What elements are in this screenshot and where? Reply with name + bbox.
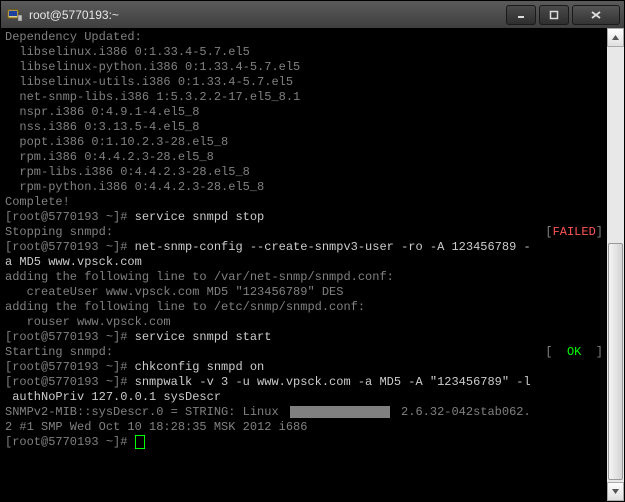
prompt-line: [root@5770193 ~]# net-snmp-config --crea… <box>5 240 603 255</box>
status-label: Stopping snmpd: <box>5 225 545 240</box>
output-line: libselinux.i386 0:1.33.4-5.7.el5 <box>5 45 603 60</box>
output-line: Dependency Updated: <box>5 30 603 45</box>
terminal-area: Dependency Updated: libselinux.i386 0:1.… <box>1 28 624 501</box>
command: net-snmp-config --create-snmpv3-user -ro… <box>127 240 530 254</box>
command: snmpwalk -v 3 -u www.vpsck.com -a MD5 -A… <box>127 375 530 389</box>
command <box>127 435 134 449</box>
bracket: ] <box>596 225 603 240</box>
output-line: libselinux-utils.i386 0:1.33.4-5.7.el5 <box>5 75 603 90</box>
terminal-output[interactable]: Dependency Updated: libselinux.i386 0:1.… <box>1 28 607 501</box>
maximize-button[interactable] <box>539 5 569 25</box>
window-controls <box>506 5 620 25</box>
status-line: Stopping snmpd:[FAILED] <box>5 225 603 240</box>
titlebar[interactable]: root@5770193:~ <box>1 1 624 29</box>
output-line: 2 #1 SMP Wed Oct 10 18:28:35 MSK 2012 i6… <box>5 420 603 435</box>
prompt-line: [root@5770193 ~]# snmpwalk -v 3 -u www.v… <box>5 375 603 390</box>
command-cont: a MD5 www.vpsck.com <box>5 255 603 270</box>
window-title: root@5770193:~ <box>29 8 119 22</box>
prompt-line: [root@5770193 ~]# <box>5 435 603 450</box>
redacted-block <box>290 406 390 418</box>
scrollbar[interactable] <box>607 28 624 501</box>
prompt-line: [root@5770193 ~]# service snmpd stop <box>5 210 603 225</box>
title-left: root@5770193:~ <box>7 8 119 22</box>
command: chkconfig snmpd on <box>127 360 264 374</box>
bracket: [ <box>545 345 552 360</box>
status-label: Starting snmpd: <box>5 345 545 360</box>
putty-icon <box>7 8 23 22</box>
snmp-out: SNMPv2-MIB::sysDescr.0 = STRING: Linux <box>5 405 286 419</box>
scroll-up-button[interactable] <box>607 28 624 47</box>
terminal-window: root@5770193:~ Dependency Updated: libse… <box>0 0 625 502</box>
output-line: nss.i386 0:3.13.5-4.el5_8 <box>5 120 603 135</box>
cursor <box>135 435 145 449</box>
prompt: [root@5770193 ~]# <box>5 375 127 389</box>
command-cont: authNoPriv 127.0.0.1 sysDescr <box>5 390 603 405</box>
prompt: [root@5770193 ~]# <box>5 210 127 224</box>
command: service snmpd stop <box>127 210 264 224</box>
bracket: ] <box>596 345 603 360</box>
prompt-line: [root@5770193 ~]# service snmpd start <box>5 330 603 345</box>
output-line: rpm.i386 0:4.4.2.3-28.el5_8 <box>5 150 603 165</box>
output-line: rouser www.vpsck.com <box>5 315 603 330</box>
prompt: [root@5770193 ~]# <box>5 435 127 449</box>
snmp-out: 2.6.32-042stab062. <box>394 405 531 419</box>
bracket: [ <box>545 225 552 240</box>
output-line: SNMPv2-MIB::sysDescr.0 = STRING: Linux 2… <box>5 405 603 420</box>
minimize-button[interactable] <box>506 5 536 25</box>
output-line: libselinux-python.i386 0:1.33.4-5.7.el5 <box>5 60 603 75</box>
scroll-down-button[interactable] <box>607 482 624 501</box>
output-line: popt.i386 0:1.10.2.3-28.el5_8 <box>5 135 603 150</box>
prompt-line: [root@5770193 ~]# chkconfig snmpd on <box>5 360 603 375</box>
prompt: [root@5770193 ~]# <box>5 240 127 254</box>
status-ok: OK <box>553 345 596 360</box>
scroll-track[interactable] <box>607 47 624 482</box>
output-line: nspr.i386 0:4.9.1-4.el5_8 <box>5 105 603 120</box>
status-line: Starting snmpd:[ OK ] <box>5 345 603 360</box>
output-line: rpm-libs.i386 0:4.4.2.3-28.el5_8 <box>5 165 603 180</box>
output-line: rpm-python.i386 0:4.4.2.3-28.el5_8 <box>5 180 603 195</box>
output-line: net-snmp-libs.i386 1:5.3.2.2-17.el5_8.1 <box>5 90 603 105</box>
scroll-thumb[interactable] <box>608 243 623 480</box>
status-failed: FAILED <box>553 225 596 240</box>
output-line: adding the following line to /var/net-sn… <box>5 270 603 285</box>
close-button[interactable] <box>572 5 620 25</box>
output-line: Complete! <box>5 195 603 210</box>
command: service snmpd start <box>127 330 271 344</box>
output-line: adding the following line to /etc/snmp/s… <box>5 300 603 315</box>
output-line: createUser www.vpsck.com MD5 "123456789"… <box>5 285 603 300</box>
prompt: [root@5770193 ~]# <box>5 330 127 344</box>
prompt: [root@5770193 ~]# <box>5 360 127 374</box>
